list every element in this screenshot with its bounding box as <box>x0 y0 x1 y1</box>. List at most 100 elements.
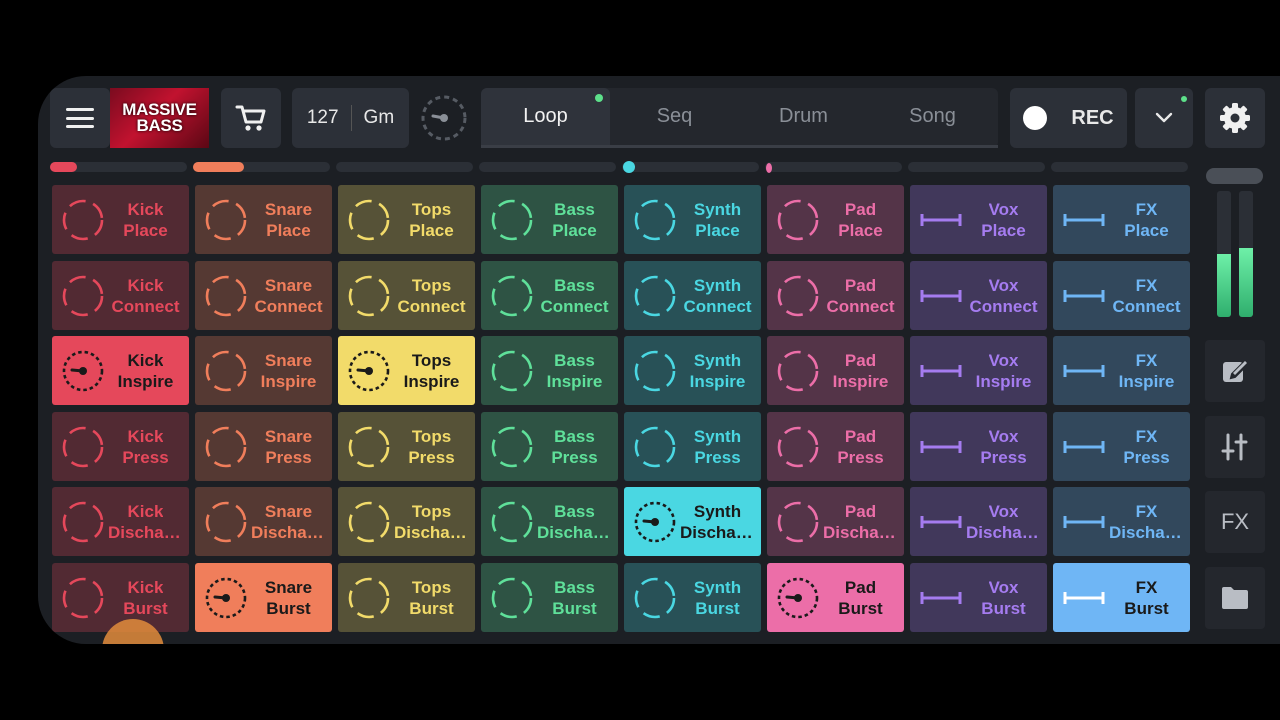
pad-loop-name: Place <box>123 220 168 240</box>
tab-song[interactable]: Song <box>868 88 997 145</box>
tempo-key-button[interactable]: 127 Gm <box>292 88 409 148</box>
pad-snare-place[interactable]: Snare Place <box>195 185 332 254</box>
pad-group-name: Snare <box>264 350 313 370</box>
dashed-circle-icon <box>777 426 819 468</box>
pad-snare-dischar[interactable]: Snare Dischar... <box>195 487 332 556</box>
pad-bass-dischar[interactable]: Bass Dischar... <box>481 487 618 556</box>
pad-label: Snare Inspire <box>251 336 326 405</box>
pad-label: FX Place <box>1109 185 1184 254</box>
pad-group-name: Tops <box>411 350 452 370</box>
pad-tops-connect[interactable]: Tops Connect <box>338 261 475 330</box>
pad-label: Synth Place <box>680 185 755 254</box>
menu-button[interactable] <box>50 88 110 148</box>
pad-label: Vox Inspire <box>966 336 1041 405</box>
mixer-button[interactable] <box>1205 416 1265 478</box>
pad-loop-name: Burst <box>409 598 454 618</box>
fx-button[interactable]: FX <box>1205 491 1265 553</box>
pad-kick-connect[interactable]: Kick Connect <box>52 261 189 330</box>
bar-icon <box>1063 290 1105 302</box>
pad-label: Synth Inspire <box>680 336 755 405</box>
pad-loop-name: Dischar... <box>537 522 612 542</box>
record-button[interactable]: REC <box>1010 88 1127 148</box>
tab-drum[interactable]: Drum <box>739 88 868 145</box>
pad-group-name: Pad <box>844 199 877 219</box>
pad-group-name: Vox <box>988 577 1019 597</box>
pad-tops-place[interactable]: Tops Place <box>338 185 475 254</box>
pad-snare-connect[interactable]: Snare Connect <box>195 261 332 330</box>
pad-bass-connect[interactable]: Bass Connect <box>481 261 618 330</box>
pad-label: Snare Place <box>251 185 326 254</box>
pad-group-name: Snare <box>264 501 313 521</box>
pad-vox-press[interactable]: Vox Press <box>910 412 1047 481</box>
group-progress-kick <box>50 162 187 172</box>
pad-snare-press[interactable]: Snare Press <box>195 412 332 481</box>
pad-label: Kick Place <box>108 185 183 254</box>
pad-tops-press[interactable]: Tops Press <box>338 412 475 481</box>
metronome-icon[interactable] <box>421 95 467 141</box>
pad-synth-press[interactable]: Synth Press <box>624 412 761 481</box>
pad-bass-burst[interactable]: Bass Burst <box>481 563 618 632</box>
pad-synth-connect[interactable]: Synth Connect <box>624 261 761 330</box>
tab-loop[interactable]: Loop <box>481 88 610 145</box>
dashed-circle-icon <box>491 577 533 619</box>
pad-tops-inspire[interactable]: Tops Inspire <box>338 336 475 405</box>
pad-vox-place[interactable]: Vox Place <box>910 185 1047 254</box>
pad-bass-inspire[interactable]: Bass Inspire <box>481 336 618 405</box>
pad-fx-inspire[interactable]: FX Inspire <box>1053 336 1190 405</box>
pad-loop-name: Press <box>980 447 1027 467</box>
dashed-circle-icon <box>348 199 390 241</box>
pad-group-name: Synth <box>693 577 742 597</box>
pad-fx-connect[interactable]: FX Connect <box>1053 261 1190 330</box>
pad-synth-burst[interactable]: Synth Burst <box>624 563 761 632</box>
settings-button[interactable] <box>1205 88 1265 148</box>
pad-pad-burst[interactable]: Pad Burst <box>767 563 904 632</box>
record-options-button[interactable] <box>1135 88 1193 148</box>
pad-kick-press[interactable]: Kick Press <box>52 412 189 481</box>
pad-fx-burst[interactable]: FX Burst <box>1053 563 1190 632</box>
pad-loop-name: Inspire <box>975 371 1032 391</box>
pad-vox-burst[interactable]: Vox Burst <box>910 563 1047 632</box>
pad-synth-dischar[interactable]: Synth Dischar... <box>624 487 761 556</box>
pad-pad-dischar[interactable]: Pad Dischar... <box>767 487 904 556</box>
shop-button[interactable] <box>221 88 281 148</box>
files-button[interactable] <box>1205 567 1265 629</box>
pad-pad-connect[interactable]: Pad Connect <box>767 261 904 330</box>
pad-kick-dischar[interactable]: Kick Dischar... <box>52 487 189 556</box>
pad-vox-dischar[interactable]: Vox Dischar... <box>910 487 1047 556</box>
pad-vox-inspire[interactable]: Vox Inspire <box>910 336 1047 405</box>
pad-kick-place[interactable]: Kick Place <box>52 185 189 254</box>
tempo-value: 127 <box>306 107 339 128</box>
dashed-circle-icon <box>634 350 676 392</box>
pad-bass-place[interactable]: Bass Place <box>481 185 618 254</box>
pad-fx-dischar[interactable]: FX Dischar... <box>1053 487 1190 556</box>
pad-loop-name: Burst <box>123 598 168 618</box>
pad-fx-press[interactable]: FX Press <box>1053 412 1190 481</box>
pad-fx-place[interactable]: FX Place <box>1053 185 1190 254</box>
pad-bass-press[interactable]: Bass Press <box>481 412 618 481</box>
pad-label: Synth Burst <box>680 563 755 632</box>
edit-button[interactable] <box>1205 340 1265 402</box>
pad-loop-name: Burst <box>552 598 597 618</box>
gear-icon <box>1220 103 1250 133</box>
pad-vox-connect[interactable]: Vox Connect <box>910 261 1047 330</box>
master-volume-handle[interactable] <box>1206 168 1263 184</box>
pad-loop-name: Inspire <box>260 371 317 391</box>
sound-pack-thumbnail[interactable]: MASSIVE BASS <box>110 88 209 148</box>
pad-tops-burst[interactable]: Tops Burst <box>338 563 475 632</box>
pad-kick-inspire[interactable]: Kick Inspire <box>52 336 189 405</box>
pad-tops-dischar[interactable]: Tops Dischar... <box>338 487 475 556</box>
pad-pad-press[interactable]: Pad Press <box>767 412 904 481</box>
pad-pad-place[interactable]: Pad Place <box>767 185 904 254</box>
tab-seq[interactable]: Seq <box>610 88 739 145</box>
pad-synth-inspire[interactable]: Synth Inspire <box>624 336 761 405</box>
pad-group-name: Synth <box>693 275 742 295</box>
pad-snare-burst[interactable]: Snare Burst <box>195 563 332 632</box>
pad-label: Vox Dischar... <box>966 487 1041 556</box>
pad-pad-inspire[interactable]: Pad Inspire <box>767 336 904 405</box>
pad-loop-name: Dischar... <box>108 522 183 542</box>
dashed-circle-icon <box>62 577 104 619</box>
pad-snare-inspire[interactable]: Snare Inspire <box>195 336 332 405</box>
pad-group-name: Synth <box>693 426 742 446</box>
pad-synth-place[interactable]: Synth Place <box>624 185 761 254</box>
pad-label: FX Burst <box>1109 563 1184 632</box>
